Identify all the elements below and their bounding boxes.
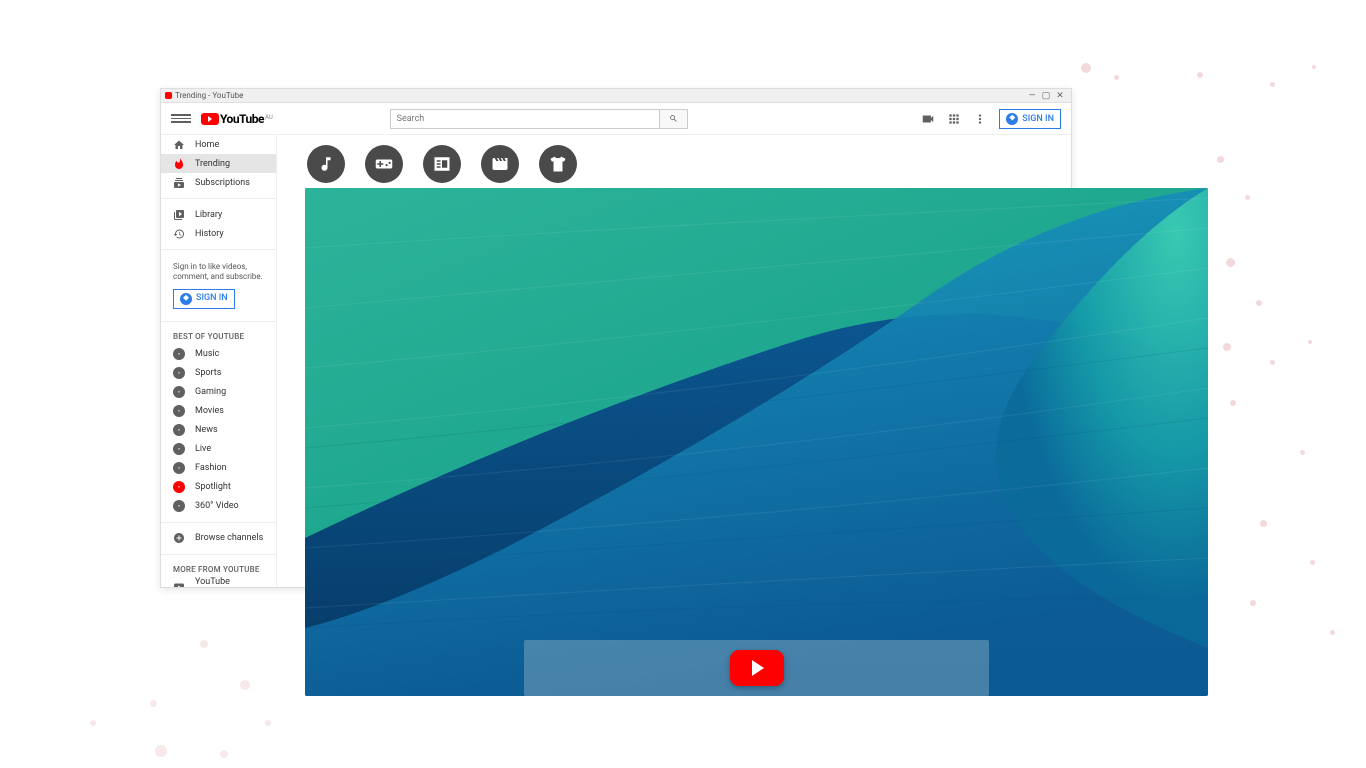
shirt-icon (539, 145, 577, 183)
home-icon (173, 139, 185, 151)
header-actions: SIGN IN (921, 109, 1061, 129)
desktop-wallpaper-overlay (305, 188, 1208, 696)
sidebar-item-label: Music (195, 349, 219, 359)
sidebar-item-label: Live (195, 444, 211, 454)
music-icon: • (173, 348, 185, 360)
sidebar-item-label: Sports (195, 368, 221, 378)
sidebar-heading-more: MORE FROM YOUTUBE (161, 561, 276, 578)
sidebar-item-label: News (195, 425, 218, 435)
signin-prompt-text: Sign in to like videos, comment, and sub… (173, 262, 264, 283)
favicon-icon (165, 92, 172, 99)
premium-icon (173, 581, 185, 587)
sidebar-item-library[interactable]: Library (161, 205, 276, 224)
apps-grid-icon (947, 112, 961, 126)
settings-menu-button[interactable] (973, 112, 987, 126)
minimize-button[interactable]: — (1025, 91, 1039, 101)
sports-icon: • (173, 367, 185, 379)
sidebar-item-label: Trending (195, 159, 230, 169)
logo-text: YouTube (220, 112, 264, 126)
apps-grid-button[interactable] (947, 112, 961, 126)
history-icon (173, 228, 185, 240)
live-icon: • (173, 443, 185, 455)
video-search-overlay (524, 640, 989, 696)
kebab-icon (973, 112, 987, 126)
titlebar: Trending - YouTube — ▢ ✕ (161, 89, 1071, 103)
divider (161, 522, 276, 523)
movies-icon: • (173, 405, 185, 417)
logo-region: AU (265, 114, 273, 121)
sidebar-item-history[interactable]: History (161, 224, 276, 243)
divider (161, 249, 276, 250)
music-note-icon (307, 145, 345, 183)
sidebar-signin-block: Sign in to like videos, comment, and sub… (161, 256, 276, 315)
sidebar-item-music[interactable]: • Music (161, 345, 276, 364)
sidebar-item-label: Gaming (195, 387, 226, 397)
create-video-button[interactable] (921, 112, 935, 126)
plus-circle-icon (173, 532, 185, 544)
360-icon: • (173, 500, 185, 512)
sidebar-item-fashion[interactable]: • Fashion (161, 459, 276, 478)
sidebar-item-sports[interactable]: • Sports (161, 364, 276, 383)
youtube-play-button[interactable] (730, 650, 784, 686)
divider (161, 321, 276, 322)
spotlight-icon: • (173, 481, 185, 493)
video-camera-icon (921, 112, 935, 126)
newspaper-icon (423, 145, 461, 183)
sidebar-item-label: History (195, 229, 224, 239)
sidebar-item-movies[interactable]: • Movies (161, 402, 276, 421)
sidebar-item-label: Fashion (195, 463, 227, 473)
header: YouTube AU SIGN IN (161, 103, 1071, 135)
film-icon (481, 145, 519, 183)
gaming-pad-icon (365, 145, 403, 183)
sidebar-item-label: YouTube Premium (195, 577, 264, 587)
sidebar-item-label: Home (195, 140, 219, 150)
search-form (390, 109, 688, 129)
youtube-logo[interactable]: YouTube AU (201, 112, 273, 126)
search-icon (669, 114, 678, 123)
sidebar-item-label: Movies (195, 406, 224, 416)
sidebar-browse-channels[interactable]: Browse channels (161, 529, 276, 548)
gaming-icon: • (173, 386, 185, 398)
sidebar-item-gaming[interactable]: • Gaming (161, 383, 276, 402)
sidebar-item-youtube-premium[interactable]: YouTube Premium (161, 578, 276, 587)
sidebar-item-label: 360° Video (195, 501, 239, 511)
library-icon (173, 209, 185, 221)
hamburger-menu-button[interactable] (171, 109, 191, 129)
sidebar[interactable]: Home Trending Subscriptions Library History… (161, 135, 277, 587)
sidebar-item-home[interactable]: Home (161, 135, 276, 154)
sidebar-item-live[interactable]: • Live (161, 440, 276, 459)
subscriptions-icon (173, 177, 185, 189)
sidebar-item-news[interactable]: • News (161, 421, 276, 440)
window-title: Trending - YouTube (175, 91, 1025, 100)
youtube-play-icon (201, 113, 219, 125)
signin-label: SIGN IN (1022, 114, 1054, 124)
fashion-icon: • (173, 462, 185, 474)
divider (161, 198, 276, 199)
signin-label: SIGN IN (196, 293, 228, 305)
sidebar-signin-button[interactable]: SIGN IN (173, 289, 235, 309)
sidebar-item-label: Library (195, 210, 222, 220)
divider (161, 554, 276, 555)
search-input[interactable] (390, 109, 660, 129)
search-button[interactable] (660, 109, 688, 129)
news-icon: • (173, 424, 185, 436)
sidebar-item-spotlight[interactable]: • Spotlight (161, 478, 276, 497)
close-button[interactable]: ✕ (1053, 91, 1067, 101)
sidebar-item-label: Spotlight (195, 482, 231, 492)
sidebar-item-label: Subscriptions (195, 178, 250, 188)
user-circle-icon (1006, 113, 1018, 125)
sidebar-item-360-video[interactable]: • 360° Video (161, 497, 276, 516)
header-signin-button[interactable]: SIGN IN (999, 109, 1061, 129)
sidebar-heading-best: BEST OF YOUTUBE (161, 328, 276, 345)
user-circle-icon (180, 293, 192, 305)
sidebar-item-trending[interactable]: Trending (161, 154, 276, 173)
sidebar-item-label: Browse channels (195, 533, 263, 543)
maximize-button[interactable]: ▢ (1039, 91, 1053, 101)
sidebar-item-subscriptions[interactable]: Subscriptions (161, 173, 276, 192)
fire-icon (173, 158, 185, 170)
